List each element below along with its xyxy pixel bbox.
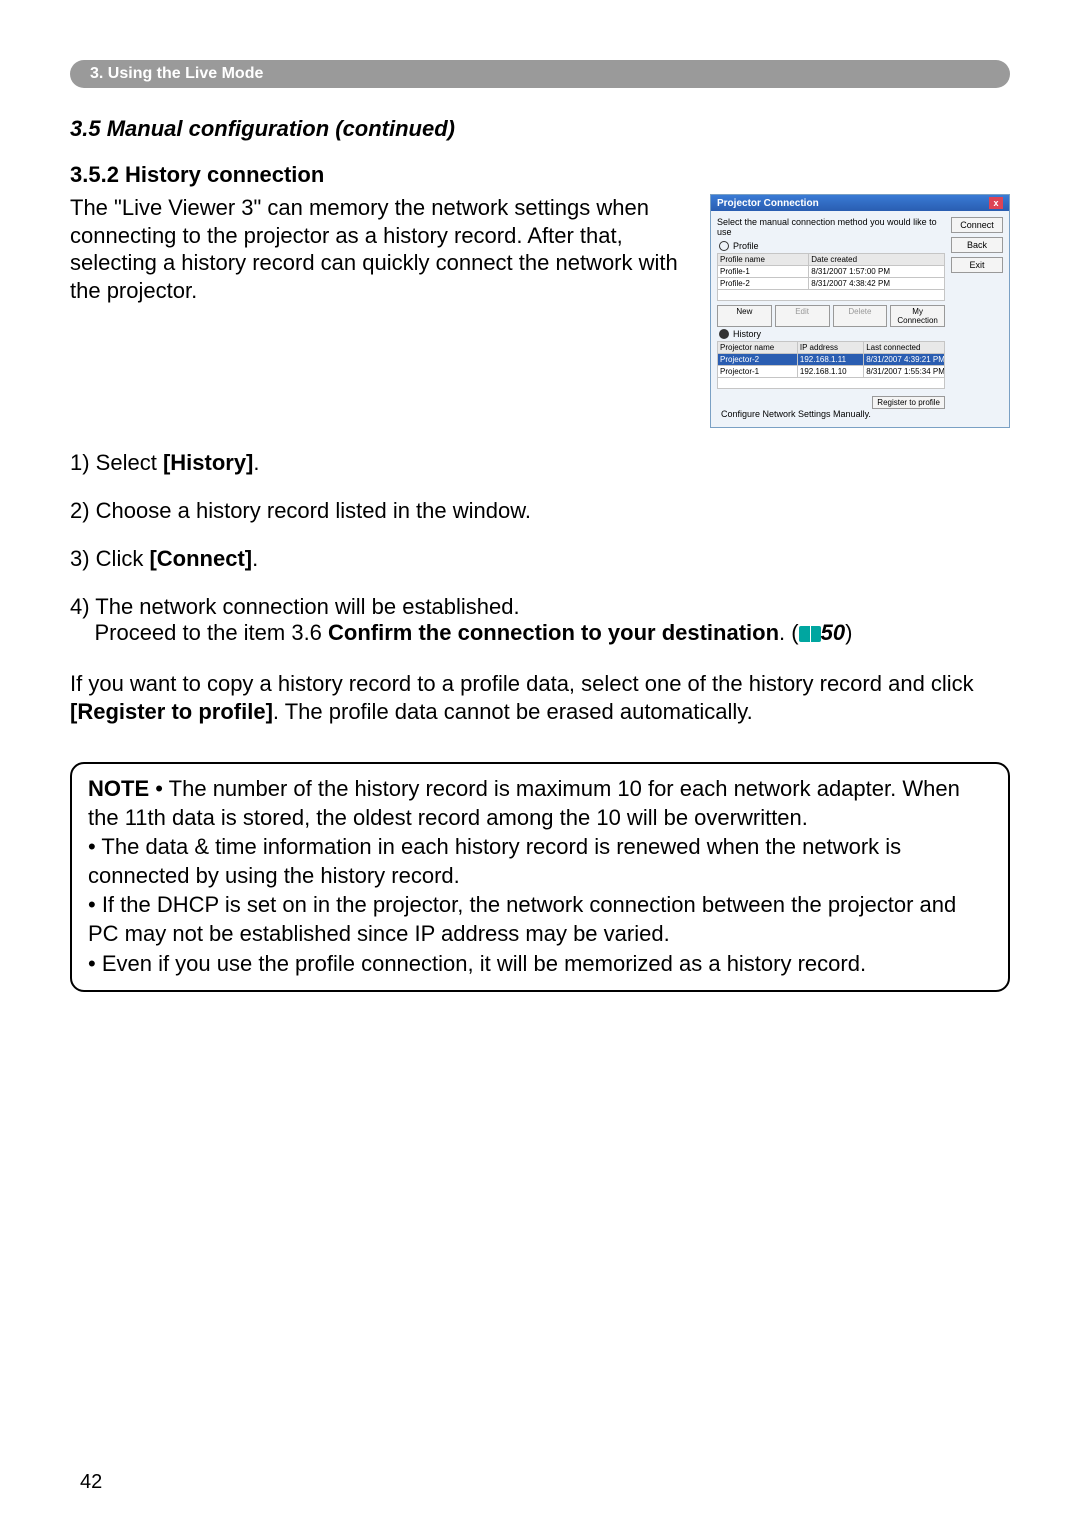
radio-icon [719, 241, 729, 251]
intro-paragraph: The "Live Viewer 3" can memory the netwo… [70, 194, 692, 304]
radio-manual-label: Configure Network Settings Manually. [721, 409, 871, 419]
radio-manual[interactable]: Configure Network Settings Manually. [717, 409, 945, 419]
radio-icon [719, 329, 729, 339]
section-header: 3. Using the Live Mode [70, 60, 1010, 88]
table-row[interactable]: Projector-1 192.168.1.10 8/31/2007 1:55:… [718, 366, 945, 378]
delete-button[interactable]: Delete [833, 305, 888, 327]
col-ip: IP address [797, 342, 863, 354]
radio-profile[interactable]: Profile [719, 241, 945, 251]
close-icon[interactable]: x [989, 197, 1003, 209]
page-number: 42 [80, 1471, 102, 1494]
book-icon [799, 626, 821, 642]
exit-button[interactable]: Exit [951, 257, 1003, 273]
note-3: • If the DHCP is set on in the projector… [88, 892, 956, 946]
note-label: NOTE [88, 776, 149, 801]
my-connection-button[interactable]: My Connection [890, 305, 945, 327]
profile-table: Profile name Date created Profile-1 8/31… [717, 253, 945, 301]
copy-paragraph: If you want to copy a history record to … [70, 670, 1010, 726]
breadcrumb: 3. Using the Live Mode [90, 65, 263, 83]
register-to-profile-button[interactable]: Register to profile [872, 396, 945, 409]
history-table: Projector name IP address Last connected… [717, 341, 945, 389]
radio-profile-label: Profile [733, 241, 759, 251]
table-row[interactable]: Profile-1 8/31/2007 1:57:00 PM [718, 266, 945, 278]
radio-history-label: History [733, 329, 761, 339]
step-3: 3) Click [Connect]. [70, 546, 1010, 572]
table-row[interactable]: Profile-2 8/31/2007 4:38:42 PM [718, 278, 945, 290]
dialog-instruction: Select the manual connection method you … [717, 217, 945, 237]
edit-button[interactable]: Edit [775, 305, 830, 327]
dialog-title: Projector Connection [717, 198, 819, 209]
note-box: NOTE • The number of the history record … [70, 762, 1010, 991]
col-last-connected: Last connected [864, 342, 945, 354]
col-date-created: Date created [809, 254, 945, 266]
back-button[interactable]: Back [951, 237, 1003, 253]
step-1: 1) Select [History]. [70, 450, 1010, 476]
step-2: 2) Choose a history record listed in the… [70, 498, 1010, 524]
new-button[interactable]: New [717, 305, 772, 327]
step-4: 4) The network connection will be establ… [70, 594, 1010, 646]
col-projector-name: Projector name [718, 342, 798, 354]
dialog-titlebar: Projector Connection x [711, 195, 1009, 211]
note-2: • The data & time information in each hi… [88, 834, 901, 888]
note-1: • The number of the history record is ma… [88, 776, 960, 830]
note-4: • Even if you use the profile connection… [88, 951, 866, 976]
table-row[interactable]: Projector-2 192.168.1.11 8/31/2007 4:39:… [718, 354, 945, 366]
connect-button[interactable]: Connect [951, 217, 1003, 233]
radio-history[interactable]: History [719, 329, 945, 339]
col-profile-name: Profile name [718, 254, 809, 266]
projector-connection-dialog: Projector Connection x Select the manual… [710, 194, 1010, 428]
section-title: 3.5 Manual configuration (continued) [70, 116, 1010, 142]
subsection-heading: 3.5.2 History connection [70, 162, 1010, 188]
